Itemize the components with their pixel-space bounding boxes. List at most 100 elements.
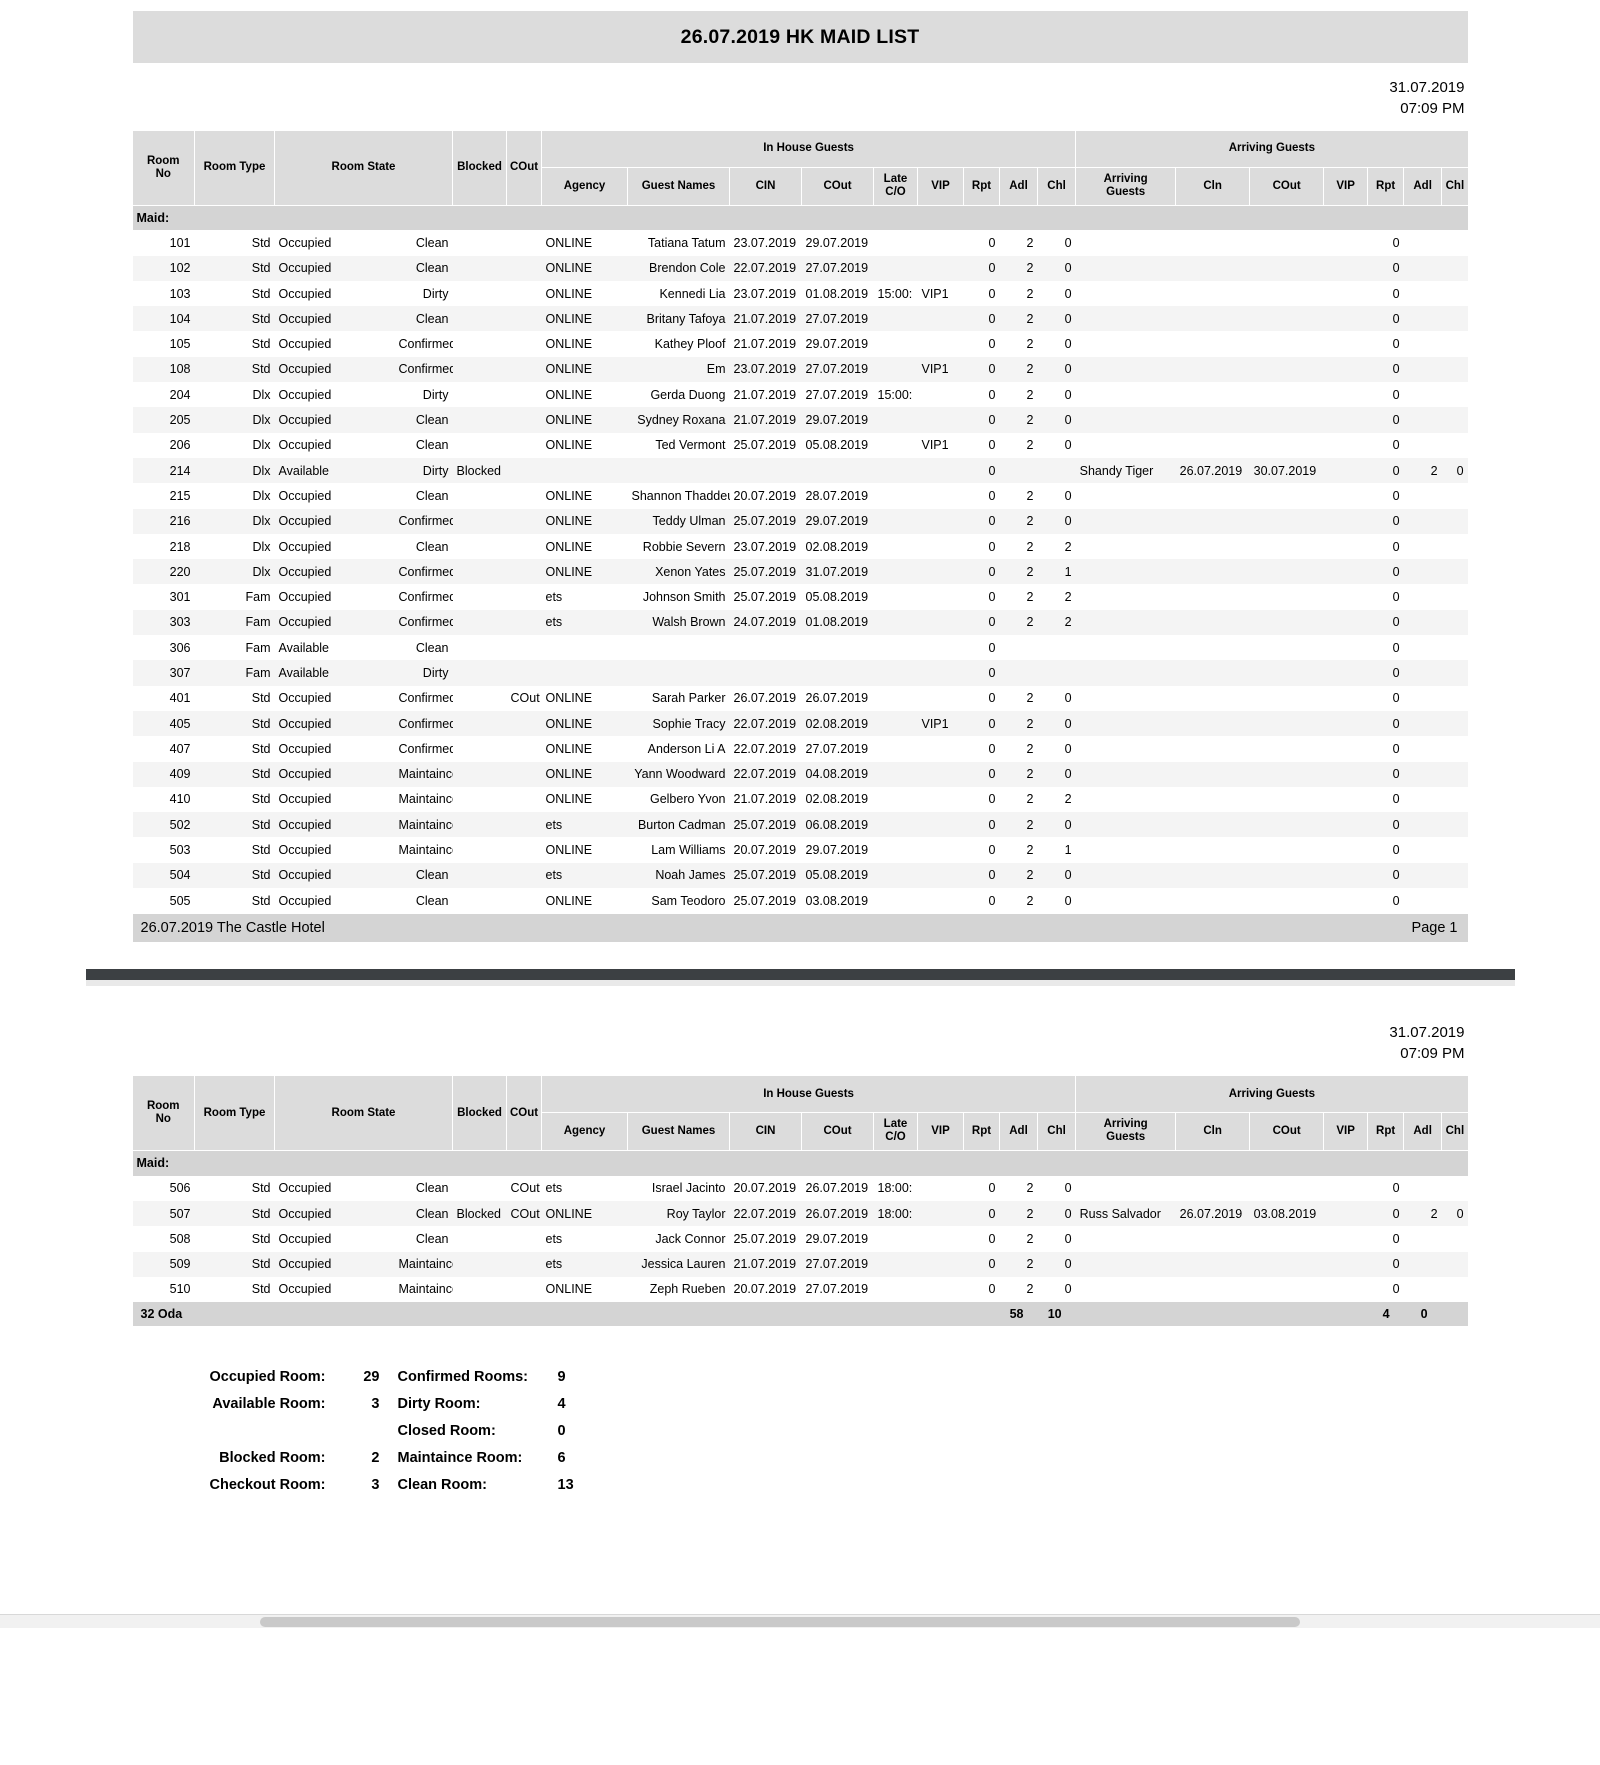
cell-arriving-chl: [1442, 711, 1468, 736]
cell-room-no: 218: [133, 534, 195, 559]
cell-arriving-cout: [1250, 1277, 1324, 1302]
cell-blocked: [453, 863, 507, 888]
cell-arriving-adl: [1404, 306, 1442, 331]
cell-vip: [918, 660, 964, 685]
cell-arriving-rpt: 0: [1368, 458, 1404, 483]
cell-cout: 27.07.2019: [802, 256, 874, 281]
cell-blocked: [453, 483, 507, 508]
cell-vip: VIP1: [918, 711, 964, 736]
cell-rpt: 0: [964, 534, 1000, 559]
cell-room-type: Std: [195, 1201, 275, 1226]
col-group-in-house-guests-2: In House Guests: [542, 1076, 1076, 1112]
cell-cout: [802, 458, 874, 483]
cell-cin: 23.07.2019: [730, 357, 802, 382]
cell-arriving-chl: [1442, 407, 1468, 432]
col-arr-chl: Chl: [1442, 167, 1468, 205]
totals-spacer: [1076, 1302, 1368, 1326]
horizontal-scrollbar[interactable]: [0, 1614, 1600, 1628]
cell-cout: 06.08.2019: [802, 812, 874, 837]
report-title-bar: 26.07.2019 HK MAID LIST: [133, 11, 1468, 63]
col-room-state: Room State: [275, 131, 453, 205]
cell-arriving-cout: [1250, 610, 1324, 635]
cell-arriving-guest-name: [1076, 812, 1176, 837]
cell-room-type: Fam: [195, 635, 275, 660]
cell-arriving-chl: [1442, 1226, 1468, 1251]
cell-room-no: 104: [133, 306, 195, 331]
cell-arriving-chl: [1442, 509, 1468, 534]
cell-room-state-occupancy: Occupied: [275, 256, 395, 281]
cell-arriving-adl: [1404, 787, 1442, 812]
cell-late-co: [874, 1252, 918, 1277]
cell-late-co: [874, 787, 918, 812]
cell-room-no: 108: [133, 357, 195, 382]
col-arriving-guests-2: ArrivingGuests: [1076, 1112, 1176, 1150]
cell-late-co: [874, 863, 918, 888]
cell-adl: 2: [1000, 837, 1038, 862]
col-arr-cln: Cln: [1176, 167, 1250, 205]
cell-adl: 2: [1000, 888, 1038, 913]
bottom-padding: [86, 1494, 1515, 1614]
cell-agency: ONLINE: [542, 509, 628, 534]
cell-arriving-rpt: 0: [1368, 1226, 1404, 1251]
scrollbar-thumb[interactable]: [260, 1617, 1300, 1627]
table-row: 504StdOccupiedCleanetsNoah James25.07.20…: [133, 863, 1468, 888]
cell-arriving-cln: [1176, 1176, 1250, 1201]
cell-arriving-vip: [1324, 256, 1368, 281]
cell-arriving-guest-name: [1076, 584, 1176, 609]
cell-rpt: 0: [964, 1226, 1000, 1251]
cell-blocked: [453, 509, 507, 534]
cell-adl: 2: [1000, 610, 1038, 635]
cell-arriving-vip: [1324, 736, 1368, 761]
cell-arriving-guest-name: [1076, 610, 1176, 635]
cell-arriving-guest-name: [1076, 686, 1176, 711]
cell-agency: ets: [542, 812, 628, 837]
cell-arriving-chl: 0: [1442, 1201, 1468, 1226]
cell-vip: [918, 1252, 964, 1277]
cell-agency: ONLINE: [542, 686, 628, 711]
cell-arriving-adl: [1404, 584, 1442, 609]
cell-arriving-rpt: 0: [1368, 610, 1404, 635]
cell-cout: 28.07.2019: [802, 483, 874, 508]
cell-room-state-occupancy: Occupied: [275, 1201, 395, 1226]
cell-guest-name: Kennedi Lia: [628, 281, 730, 306]
cell-late-co: [874, 331, 918, 356]
col-adl: Adl: [1000, 167, 1038, 205]
table-row: 410StdOccupiedMaintainceONLINEGelbero Yv…: [133, 787, 1468, 812]
cell-arriving-adl: [1404, 433, 1442, 458]
cell-arriving-chl: [1442, 584, 1468, 609]
table-row: 506StdOccupiedCleanCOutetsIsrael Jacinto…: [133, 1176, 1468, 1201]
cell-adl: 2: [1000, 331, 1038, 356]
cell-arriving-vip: [1324, 483, 1368, 508]
cell-guest-name: [628, 635, 730, 660]
cell-room-state-occupancy: Occupied: [275, 787, 395, 812]
cell-arriving-vip: [1324, 812, 1368, 837]
cell-cout: 26.07.2019: [802, 1176, 874, 1201]
cell-room-type: Fam: [195, 584, 275, 609]
cell-chl: 0: [1038, 1176, 1076, 1201]
cell-room-no: 307: [133, 660, 195, 685]
cell-blocked: [453, 610, 507, 635]
cell-room-state-cleanliness: Clean: [395, 888, 453, 913]
cell-agency: [542, 635, 628, 660]
cell-room-no: 508: [133, 1226, 195, 1251]
datestamp-date: 31.07.2019: [86, 77, 1465, 98]
cell-cout-flag: [507, 610, 542, 635]
cell-adl: 2: [1000, 736, 1038, 761]
cell-adl: 2: [1000, 281, 1038, 306]
cell-agency: ONLINE: [542, 534, 628, 559]
cell-agency: ONLINE: [542, 1277, 628, 1302]
cell-cin: 25.07.2019: [730, 812, 802, 837]
cell-guest-name: Sam Teodoro: [628, 888, 730, 913]
cell-room-state-cleanliness: Confirmed: [395, 509, 453, 534]
cell-agency: ONLINE: [542, 837, 628, 862]
col-chl-2: Chl: [1038, 1112, 1076, 1150]
summary-available-room-value: 3: [326, 1396, 398, 1412]
cell-cout-flag: [507, 483, 542, 508]
cell-agency: ONLINE: [542, 762, 628, 787]
cell-arriving-guest-name: [1076, 306, 1176, 331]
page1-footer: 26.07.2019 The Castle Hotel Page 1: [133, 913, 1468, 942]
cell-adl: 2: [1000, 433, 1038, 458]
cell-cout-flag: COut: [507, 686, 542, 711]
footer-hotel-name: 26.07.2019 The Castle Hotel: [141, 920, 325, 936]
cell-rpt: 0: [964, 331, 1000, 356]
